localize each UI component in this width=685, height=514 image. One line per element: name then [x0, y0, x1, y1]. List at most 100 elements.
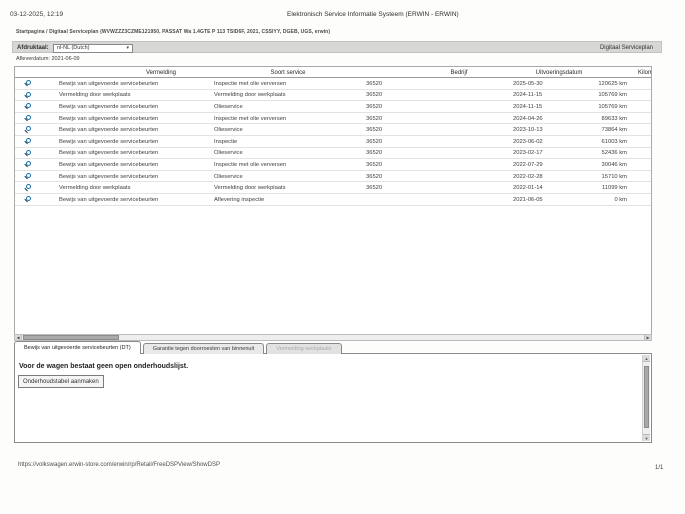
row-bedrijf: 36520 — [366, 92, 383, 99]
magnifier-icon[interactable] — [26, 80, 31, 85]
row-soort-service: Inspectie met olie verversen — [214, 115, 287, 122]
magnifier-icon[interactable] — [26, 149, 31, 155]
row-datum: 2025-05-30 — [513, 80, 543, 87]
row-datum: 2023-06-02 — [513, 138, 543, 145]
magnifier-icon[interactable] — [26, 103, 31, 109]
scroll-left-icon[interactable]: ◀ — [15, 335, 22, 340]
row-bedrijf: 36520 — [366, 80, 383, 87]
row-kilometerstand: 15710 km — [601, 173, 627, 180]
table-row: Bewijs van uitgevoerde servicebeurten Ol… — [15, 101, 651, 113]
magnifier-icon[interactable] — [26, 195, 31, 201]
magnifier-icon[interactable] — [26, 114, 31, 120]
row-bedrijf: 36520 — [366, 161, 383, 168]
print-language-value: nl-NL (Dutch) — [57, 45, 90, 51]
table-header-soort-service: Soort service — [270, 69, 306, 76]
row-bedrijf: 36520 — [366, 185, 383, 192]
tab-bewijs-servicebeurten[interactable]: Bewijs van uitgevoerde servicebeurten (D… — [14, 341, 141, 354]
tab-garantie-doorroesten[interactable]: Garantie tegen doorroesten van binnenuit — [142, 343, 265, 354]
print-language-label: Afdruktaal: — [17, 45, 49, 51]
scroll-up-icon[interactable]: ▲ — [643, 355, 650, 362]
row-bedrijf: 36520 — [366, 138, 383, 145]
no-open-maintenance-message: Voor de wagen bestaat geen open onderhou… — [19, 363, 189, 370]
table-row: Bewijs van uitgevoerde servicebeurten Ol… — [15, 148, 651, 160]
row-soort-service: Inspectie met olie verversen — [214, 80, 287, 87]
row-kilometerstand: 105769 km — [598, 92, 627, 99]
table-row: Bewijs van uitgevoerde servicebeurten Ol… — [15, 124, 651, 136]
row-bedrijf: 36520 — [366, 127, 383, 134]
row-vermelding: Bewijs van uitgevoerde servicebeurten — [59, 196, 159, 203]
row-kilometerstand: 89633 km — [601, 115, 627, 122]
print-language-select[interactable]: nl-NL (Dutch) ▾ — [53, 43, 133, 53]
horizontal-scroll-thumb[interactable] — [23, 335, 119, 340]
page-number: 1/1 — [655, 465, 664, 471]
row-bedrijf: 36520 — [366, 173, 383, 180]
row-soort-service: Inspectie met olie verversen — [214, 161, 287, 168]
row-soort-service: Olieservice — [214, 173, 243, 180]
scroll-right-icon[interactable]: ▶ — [644, 335, 651, 340]
delivery-date: Afleverdatum: 2021-06-09 — [16, 56, 80, 62]
table-row: Bewijs van uitgevoerde servicebeurten Af… — [15, 194, 651, 206]
digitaal-serviceplan-label: Digitaal Serviceplan — [599, 45, 653, 51]
timestamp: 03-12-2025, 12:19 — [10, 11, 64, 18]
magnifier-icon[interactable] — [26, 184, 31, 190]
row-datum: 2022-01-14 — [513, 185, 543, 192]
maintenance-panel: Voor de wagen bestaat geen open onderhou… — [14, 353, 652, 443]
table-row: Vermelding door werkplaats Vermelding do… — [15, 182, 651, 194]
row-kilometerstand: 30046 km — [601, 161, 627, 168]
scroll-down-icon[interactable]: ▼ — [643, 434, 650, 441]
row-datum: 2022-02-28 — [513, 173, 543, 180]
bottom-tab-bar: Bewijs van uitgevoerde servicebeurten (D… — [14, 341, 344, 354]
print-toolbar: Afdruktaal: nl-NL (Dutch) ▾ Digitaal Ser… — [12, 41, 662, 53]
row-kilometerstand: 105769 km — [598, 103, 627, 110]
row-datum: 2022-07-29 — [513, 161, 543, 168]
table-header-uitvoeringsdatum: Uitvoeringsdatum — [535, 69, 583, 76]
row-vermelding: Bewijs van uitgevoerde servicebeurten — [59, 161, 159, 168]
row-soort-service: Vermelding door werkplaats — [214, 92, 286, 99]
row-datum: 2024-04-26 — [513, 115, 543, 122]
magnifier-icon[interactable] — [26, 126, 31, 132]
row-bedrijf: 36520 — [366, 150, 383, 157]
tab-vermelding-werkplaats[interactable]: Vermelding werkplaats — [266, 343, 342, 354]
horizontal-scrollbar[interactable]: ◀ ▶ — [14, 334, 652, 341]
row-soort-service: Olieservice — [214, 127, 243, 134]
table-row: Bewijs van uitgevoerde servicebeurten In… — [15, 78, 651, 90]
row-vermelding: Vermelding door werkplaats — [59, 92, 131, 99]
row-vermelding: Bewijs van uitgevoerde servicebeurten — [59, 138, 159, 145]
vertical-scrollbar[interactable]: ▲ ▼ — [642, 355, 650, 441]
table-header-vermelding: Vermelding — [145, 69, 177, 76]
row-vermelding: Vermelding door werkplaats — [59, 185, 131, 192]
magnifier-icon[interactable] — [26, 161, 31, 167]
row-bedrijf: 36520 — [366, 103, 383, 110]
row-datum: 2024-11-15 — [513, 103, 543, 110]
footer-url: https://volkswagen.erwin-store.com/erwin… — [18, 462, 220, 468]
row-datum: 2021-06-05 — [513, 196, 543, 203]
row-kilometerstand: 120625 km — [598, 80, 627, 87]
table-header-kilometerstand: Kilometerstand — [638, 69, 651, 76]
row-kilometerstand: 11099 km — [601, 185, 627, 192]
row-soort-service: Olieservice — [214, 150, 243, 157]
breadcrumb[interactable]: Startpagina / Digitaal Serviceplan (WVWZ… — [16, 29, 330, 35]
table-row: Bewijs van uitgevoerde servicebeurten In… — [15, 159, 651, 171]
erwin-service-page: 03-12-2025, 12:19 Elektronisch Service I… — [0, 0, 685, 514]
magnifier-icon[interactable] — [26, 91, 31, 97]
row-datum: 2023-02-17 — [513, 150, 543, 157]
row-vermelding: Bewijs van uitgevoerde servicebeurten — [59, 115, 159, 122]
table-row: Bewijs van uitgevoerde servicebeurten In… — [15, 113, 651, 125]
row-vermelding: Bewijs van uitgevoerde servicebeurten — [59, 103, 159, 110]
row-kilometerstand: 61003 km — [601, 138, 627, 145]
row-kilometerstand: 0 km — [614, 196, 627, 203]
row-soort-service: Inspectie — [214, 138, 238, 145]
row-soort-service: Vermelding door werkplaats — [214, 185, 286, 192]
magnifier-icon[interactable] — [26, 137, 31, 143]
magnifier-icon[interactable] — [26, 172, 31, 178]
row-datum: 2023-10-13 — [513, 127, 543, 134]
table-row: Bewijs van uitgevoerde servicebeurten Ol… — [15, 171, 651, 183]
table-row: Bewijs van uitgevoerde servicebeurten In… — [15, 136, 651, 148]
table-header-row: Vermelding Soort service Bedrijf Uitvoer… — [15, 67, 651, 78]
row-soort-service: Aflevering inspectie — [214, 196, 265, 203]
vertical-scroll-thumb[interactable] — [644, 366, 649, 428]
row-kilometerstand: 52436 km — [601, 150, 627, 157]
table-row: Vermelding door werkplaats Vermelding do… — [15, 90, 651, 102]
create-maintenance-table-button[interactable]: Onderhoudstabel aanmaken — [18, 375, 104, 388]
row-bedrijf: 36520 — [366, 115, 383, 122]
